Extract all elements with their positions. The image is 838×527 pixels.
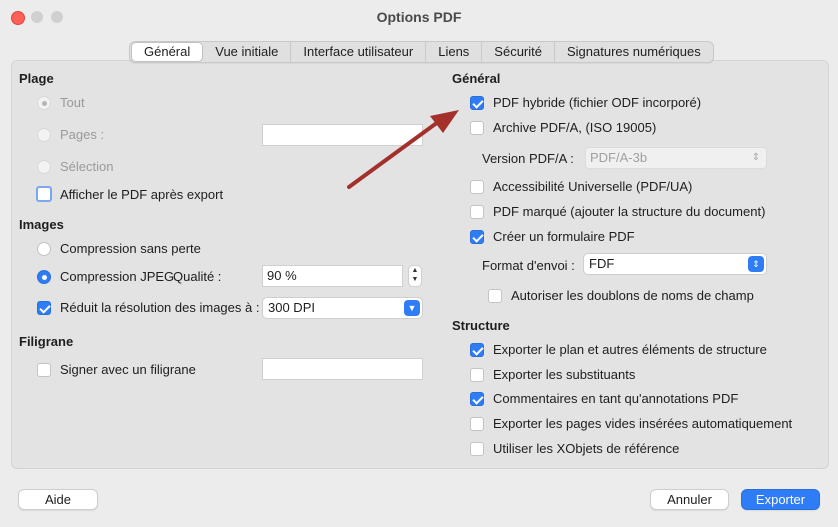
export-blank-pages-checkbox[interactable] <box>470 417 484 431</box>
stepper-up-icon[interactable]: ▲ <box>409 266 421 275</box>
export-outline-checkbox[interactable] <box>470 343 484 357</box>
quality-label: Qualité : <box>173 269 222 284</box>
tab-links[interactable]: Liens <box>426 42 483 62</box>
tab-security[interactable]: Sécurité <box>482 42 555 62</box>
comments-annotations-checkbox[interactable] <box>470 392 484 406</box>
help-button[interactable]: Aide <box>18 489 98 510</box>
dpi-select[interactable]: 300 DPI ▼ <box>262 297 423 319</box>
allow-duplicates-label: Autoriser les doublons de noms de champ <box>511 288 754 303</box>
reference-xobjects-label: Utiliser les XObjets de référence <box>493 441 680 456</box>
chevron-down-icon[interactable]: ▼ <box>404 300 420 316</box>
submit-format-label: Format d'envoi : <box>482 258 575 273</box>
range-heading: Plage <box>19 71 54 86</box>
lossless-radio[interactable] <box>37 242 51 256</box>
create-form-checkbox[interactable] <box>470 230 484 244</box>
annotation-arrow <box>347 110 459 189</box>
stepper-down-icon[interactable]: ▼ <box>409 275 421 284</box>
accessibility-checkbox[interactable] <box>470 180 484 194</box>
jpeg-radio[interactable] <box>37 270 51 284</box>
pdfa-version-label: Version PDF/A : <box>482 151 574 166</box>
export-placeholders-checkbox[interactable] <box>470 368 484 382</box>
jpeg-label: Compression JPEG <box>60 269 175 284</box>
export-blank-pages-label: Exporter les pages vides insérées automa… <box>493 416 793 431</box>
range-all-radio[interactable] <box>37 96 51 110</box>
export-placeholders-label: Exporter les substituants <box>493 367 636 382</box>
range-selection-radio[interactable] <box>37 160 51 174</box>
range-selection-label: Sélection <box>60 159 114 174</box>
quality-input[interactable]: 90 % <box>262 265 403 287</box>
range-all-label: Tout <box>60 95 85 110</box>
range-pages-label: Pages : <box>60 127 105 142</box>
archive-pdfa-checkbox[interactable] <box>470 121 484 135</box>
dpi-select-value: 300 DPI <box>268 300 315 315</box>
watermark-checkbox[interactable] <box>37 363 51 377</box>
tab-initial-view[interactable]: Vue initiale <box>203 42 292 62</box>
reference-xobjects-checkbox[interactable] <box>470 442 484 456</box>
cancel-button[interactable]: Annuler <box>650 489 729 510</box>
arrow-head-icon <box>430 110 459 133</box>
export-outline-label: Exporter le plan et autres éléments de s… <box>493 342 767 357</box>
accessibility-label: Accessibilité Universelle (PDF/UA) <box>493 179 693 194</box>
range-pages-radio[interactable] <box>37 128 51 142</box>
tab-user-interface[interactable]: Interface utilisateur <box>291 42 427 62</box>
tab-general[interactable]: Général <box>131 42 204 62</box>
allow-duplicates-checkbox[interactable] <box>488 289 502 303</box>
comments-annotations-label: Commentaires en tant qu'annotations PDF <box>493 391 739 406</box>
structure-heading: Structure <box>452 318 510 333</box>
lossless-label: Compression sans perte <box>60 241 201 256</box>
show-after-export-checkbox[interactable] <box>36 186 52 202</box>
tagged-pdf-checkbox[interactable] <box>470 205 484 219</box>
watermark-heading: Filigrane <box>19 334 74 349</box>
tab-digital-signatures[interactable]: Signatures numériques <box>555 42 713 62</box>
images-heading: Images <box>19 217 64 232</box>
window-title: Options PDF <box>376 9 462 25</box>
updown-chevron-icon[interactable]: ⇕ <box>748 150 764 166</box>
tagged-pdf-label: PDF marqué (ajouter la structure du docu… <box>493 204 766 219</box>
reduce-resolution-checkbox[interactable] <box>37 301 51 315</box>
updown-chevron-icon[interactable]: ⇕ <box>748 256 764 272</box>
submit-format-value: FDF <box>589 256 615 271</box>
quality-stepper[interactable]: ▲ ▼ <box>408 265 422 287</box>
export-button[interactable]: Exporter <box>741 489 820 510</box>
hybrid-pdf-checkbox[interactable] <box>470 96 484 110</box>
reduce-resolution-label: Réduit la résolution des images à : <box>60 300 260 315</box>
title-bar: Options PDF <box>0 0 838 34</box>
tab-bar: Général Vue initiale Interface utilisate… <box>129 41 714 63</box>
show-after-export-label: Afficher le PDF après export <box>60 187 224 202</box>
watermark-label: Signer avec un filigrane <box>60 362 196 377</box>
watermark-input[interactable] <box>262 358 423 380</box>
pdfa-version-select[interactable]: PDF/A-3b ⇕ <box>585 147 767 169</box>
arrow-shaft <box>347 120 440 189</box>
hybrid-pdf-label: PDF hybride (fichier ODF incorporé) <box>493 95 702 110</box>
archive-pdfa-label: Archive PDF/A, (ISO 19005) <box>493 120 657 135</box>
submit-format-select[interactable]: FDF ⇕ <box>583 253 767 275</box>
pdfa-version-value: PDF/A-3b <box>590 150 648 165</box>
general-heading: Général <box>452 71 501 86</box>
create-form-label: Créer un formulaire PDF <box>493 229 635 244</box>
